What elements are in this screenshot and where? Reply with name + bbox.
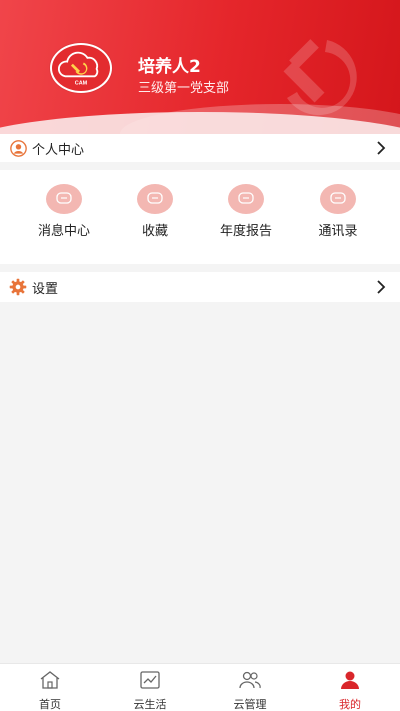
logo-text: CAM	[75, 81, 88, 87]
tab-cloud-life[interactable]: 云生活	[100, 670, 200, 711]
tab-label: 云生活	[133, 698, 167, 711]
personal-center-label: 个人中心	[32, 142, 85, 158]
message-icon	[46, 184, 82, 214]
quick-action-label: 年度报告	[219, 224, 272, 239]
profile-header: CAM 培养人2 三级第一党支部	[0, 0, 400, 140]
chart-icon	[140, 671, 160, 689]
person-circle-icon	[9, 139, 27, 157]
quick-action-annual-report[interactable]: 年度报告	[200, 184, 292, 239]
chevron-right-icon	[377, 280, 386, 294]
tab-cloud-management[interactable]: 云管理	[200, 670, 300, 711]
user-name: 培养人2	[138, 57, 201, 77]
settings-label: 设置	[32, 281, 59, 297]
quick-action-label: 通讯录	[318, 224, 358, 239]
message-icon	[228, 184, 264, 214]
tab-home[interactable]: 首页	[0, 670, 100, 711]
message-icon	[137, 184, 173, 214]
tab-mine[interactable]: 我的	[300, 670, 400, 711]
cloud-emblem-icon: CAM	[57, 51, 99, 87]
quick-action-label: 收藏	[141, 224, 168, 239]
bottom-tab-bar: 首页 云生活 云管理 我的	[0, 663, 400, 711]
user-branch: 三级第一党支部	[138, 81, 230, 96]
settings-row[interactable]: 设置	[0, 272, 400, 302]
quick-action-label: 消息中心	[37, 224, 90, 239]
chevron-right-icon	[377, 141, 386, 155]
home-icon	[40, 671, 60, 689]
avatar[interactable]: CAM	[50, 43, 112, 93]
gear-icon	[9, 278, 27, 296]
tab-label: 我的	[339, 698, 361, 711]
tab-label: 云管理	[233, 698, 267, 711]
users-icon	[239, 671, 261, 689]
quick-action-messages[interactable]: 消息中心	[18, 184, 110, 239]
quick-action-favorites[interactable]: 收藏	[109, 184, 201, 239]
quick-actions: 消息中心 收藏 年度报告 通讯录	[0, 170, 400, 264]
person-icon	[341, 671, 359, 689]
tab-label: 首页	[39, 698, 61, 711]
quick-action-contacts[interactable]: 通讯录	[292, 184, 384, 239]
personal-center-row[interactable]: 个人中心	[0, 134, 400, 162]
party-emblem-watermark-icon	[283, 39, 357, 116]
message-icon	[320, 184, 356, 214]
